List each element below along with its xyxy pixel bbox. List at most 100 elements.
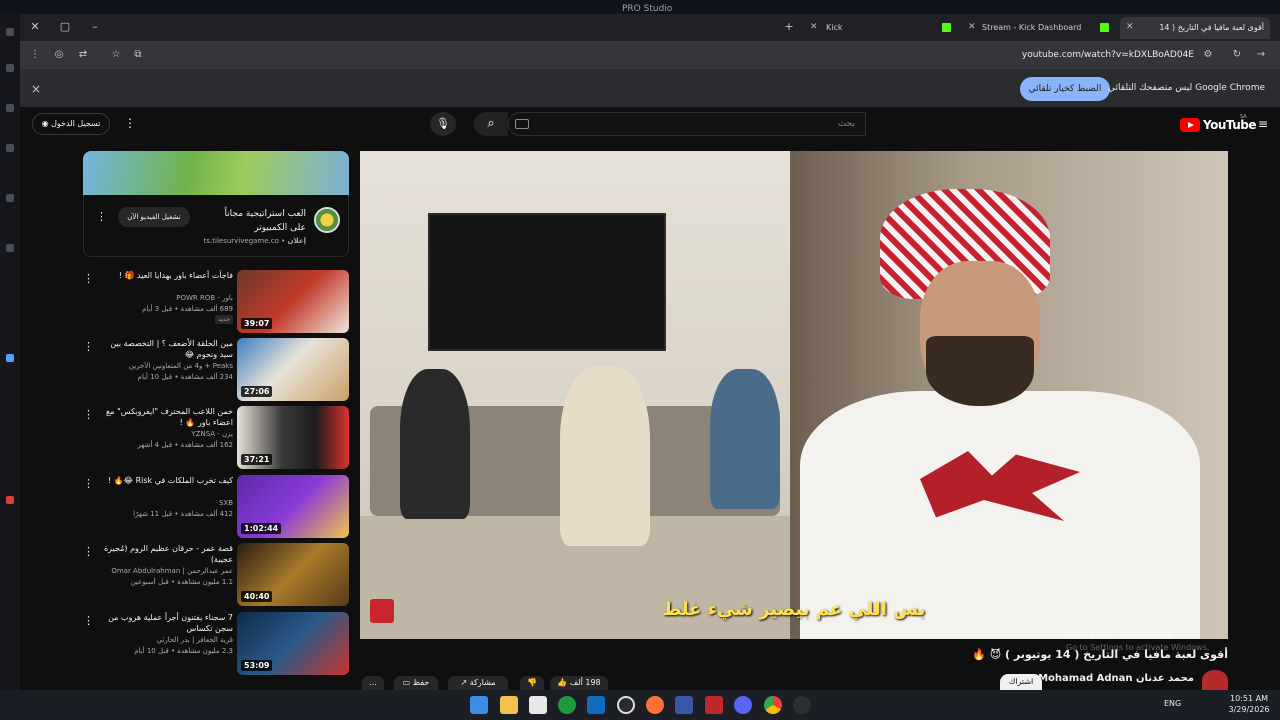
recommendation-item[interactable]: 1:02:44 كيف تخرب الملكات في Risk 😂🔥 ! SX…	[83, 475, 349, 539]
recommendation-channel[interactable]: Peaks + و4 من المتعاونين الآخرين	[101, 361, 233, 371]
tab-kick-dashboard[interactable]: Stream - Kick Dashboard	[976, 17, 1096, 39]
video-thumbnail[interactable]: 40:40	[237, 543, 349, 606]
video-thumbnail[interactable]: 53:09	[237, 612, 349, 675]
back-arrow-icon[interactable]: →	[1254, 48, 1268, 62]
xbox-icon[interactable]	[558, 696, 576, 714]
more-actions-button[interactable]: ...	[362, 676, 384, 690]
channel-avatar[interactable]	[1202, 670, 1228, 690]
video-thumbnail[interactable]: 27:06	[237, 338, 349, 401]
video-scene-person	[560, 366, 650, 546]
set-default-button[interactable]: الضبط كخيار تلقائي	[1020, 77, 1110, 101]
tab-kick[interactable]: Kick	[820, 17, 940, 39]
recommendation-item[interactable]: 39:07 فاجأت أعضاء باور بهدايا العيد 🎁 ! …	[83, 270, 349, 334]
outlook-icon[interactable]	[587, 696, 605, 714]
video-scene-room	[360, 151, 790, 639]
site-settings-icon[interactable]: ⚙	[1201, 48, 1215, 62]
recommendation-more-icon[interactable]: ⋮	[83, 477, 94, 490]
recommendation-item[interactable]: 53:09 7 سجناء يفتنون أجرأ عملية هروب من …	[83, 612, 349, 676]
ad-cta-button[interactable]: تشغيل الفيديو الآن	[118, 207, 190, 227]
rail-icon[interactable]	[6, 64, 14, 72]
video-thumbnail[interactable]: 39:07	[237, 270, 349, 333]
obs-icon[interactable]	[617, 696, 635, 714]
recommendation-title[interactable]: 7 سجناء يفتنون أجرأ عملية هروب من سجن تك…	[101, 612, 233, 634]
recommendation-channel[interactable]: باور - POWR ROB	[101, 293, 233, 303]
hamburger-menu-icon[interactable]: ≡	[1258, 118, 1270, 130]
tab-close-icon[interactable]: ✕	[1126, 22, 1134, 32]
recommendation-channel[interactable]: عمر عبدالرحمن | Omar Abdulrahman	[101, 566, 233, 576]
rail-icon[interactable]	[6, 496, 14, 504]
search-icon[interactable]: ⌕	[474, 112, 508, 136]
file-explorer-icon[interactable]	[500, 696, 518, 714]
os-window-title: PRO Studio	[622, 4, 673, 14]
recommendation-more-icon[interactable]: ⋮	[83, 272, 94, 285]
video-player[interactable]: بس اللي عم بيصير شيء غلط	[360, 151, 1228, 639]
recommendation-more-icon[interactable]: ⋮	[83, 614, 94, 627]
channel-name[interactable]: محمد عدنان Mohamad Adnan	[1038, 673, 1194, 684]
header-more-icon[interactable]: ⋮	[124, 116, 136, 130]
rail-icon[interactable]	[6, 144, 14, 152]
recommendation-item[interactable]: 37:21 خمن اللاعب المحترف "ايفروبكس" مع ا…	[83, 406, 349, 470]
recommendation-title[interactable]: كيف تخرب الملكات في Risk 😂🔥 !	[101, 475, 233, 486]
subscribe-button[interactable]: اشتراك	[1000, 674, 1042, 690]
recommendation-title[interactable]: قصة عمر - حرقان عظيم الروم (مُجيزة عجيبة…	[101, 543, 233, 565]
chrome-icon[interactable]	[764, 696, 782, 714]
recommendation-more-icon[interactable]: ⋮	[83, 340, 94, 353]
window-minimize-icon[interactable]: –	[88, 20, 102, 34]
recommendation-item[interactable]: 40:40 قصة عمر - حرقان عظيم الروم (مُجيزة…	[83, 543, 349, 607]
extension-icon[interactable]: ◎	[52, 48, 66, 62]
bookmark-star-icon[interactable]: ☆	[109, 48, 123, 62]
mic-icon[interactable]: 🎙	[430, 112, 456, 136]
store-icon[interactable]	[529, 696, 547, 714]
sign-in-button[interactable]: تسجيل الدخول ◉	[32, 113, 110, 135]
windows-start-icon[interactable]	[470, 696, 488, 714]
ad-thumbnail[interactable]	[83, 151, 349, 195]
search-input[interactable]: بحث	[508, 112, 866, 136]
install-app-icon[interactable]: ⧉	[131, 48, 145, 62]
tab-close-icon[interactable]: ✕	[810, 22, 818, 32]
recommendation-item[interactable]: 27:06 مين الحلقة الأضعف ؟ | التخصصة بين …	[83, 338, 349, 402]
like-button[interactable]: 198 ألف 👍	[550, 676, 608, 690]
rail-icon[interactable]	[6, 244, 14, 252]
sign-in-label: تسجيل الدخول	[51, 119, 101, 128]
tab-youtube-video[interactable]: أقوى لعبة مافيا في التاريخ ( 14	[1120, 17, 1270, 39]
recommendation-title[interactable]: خمن اللاعب المحترف "ايفروبكس" مع اعضاء ب…	[101, 406, 233, 428]
recommendation-more-icon[interactable]: ⋮	[83, 408, 94, 421]
rail-icon[interactable]	[6, 104, 14, 112]
window-close-icon[interactable]: ✕	[28, 20, 42, 34]
recommendation-meta: 162 ألف مشاهدة • قبل 4 أشهر	[137, 441, 233, 449]
recommendation-more-icon[interactable]: ⋮	[83, 545, 94, 558]
save-button[interactable]: حفظ ▭	[394, 676, 438, 690]
recommendation-title[interactable]: فاجأت أعضاء باور بهدايا العيد 🎁 !	[101, 270, 233, 281]
dislike-button[interactable]: 👎	[520, 676, 544, 690]
app-icon[interactable]	[793, 696, 811, 714]
infobar-close-icon[interactable]: ×	[31, 82, 41, 96]
rail-icon[interactable]	[6, 194, 14, 202]
discord-icon[interactable]	[734, 696, 752, 714]
ad-more-icon[interactable]: ⋮	[96, 210, 107, 223]
window-restore-icon[interactable]: ▢	[58, 20, 72, 34]
tab-close-icon[interactable]: ✕	[968, 22, 976, 32]
keyboard-icon[interactable]	[515, 119, 529, 129]
video-thumbnail[interactable]: 1:02:44	[237, 475, 349, 538]
ad-title[interactable]: العب استراتيجية مجاناً على الكمبيوتر	[206, 207, 306, 235]
video-thumbnail[interactable]: 37:21	[237, 406, 349, 469]
recommendation-channel[interactable]: قرية الجعافر | بدر الحارثي	[101, 635, 233, 645]
recommendation-channel[interactable]: SXB	[101, 498, 233, 508]
reload-icon[interactable]: ↻	[1230, 48, 1244, 62]
recommendation-channel[interactable]: يزن - YZNSA	[101, 429, 233, 439]
app-icon[interactable]	[675, 696, 693, 714]
reading-mode-icon[interactable]: ⇄	[76, 48, 90, 62]
clock[interactable]: 10:51 AM 3/29/2026	[1224, 693, 1274, 715]
recommendation-title[interactable]: مين الحلقة الأضعف ؟ | التخصصة بين سيد ون…	[101, 338, 233, 360]
rail-icon[interactable]	[6, 354, 14, 362]
video-scene-person	[400, 369, 470, 519]
share-button[interactable]: مشاركة ↗	[448, 676, 508, 690]
firefox-icon[interactable]	[646, 696, 664, 714]
rail-icon[interactable]	[6, 28, 14, 36]
ad-sponsor-label: إعلان	[287, 237, 306, 245]
app-icon[interactable]	[705, 696, 723, 714]
menu-kebab-icon[interactable]: ⋮	[28, 48, 42, 62]
new-tab-button[interactable]: +	[782, 20, 796, 34]
language-indicator[interactable]: ENG	[1164, 699, 1181, 708]
url-field[interactable]: youtube.com/watch?v=kDXLBoAD04E	[1008, 46, 1222, 64]
